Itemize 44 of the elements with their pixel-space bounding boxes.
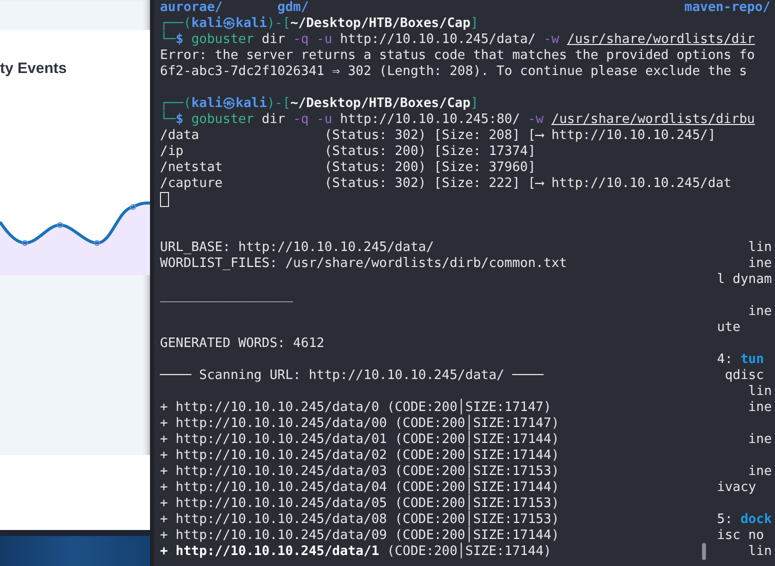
terminal-line: qdisc xyxy=(724,368,764,384)
scrollbar-thumb[interactable] xyxy=(702,543,706,560)
terminal-line: + http://10.10.10.245/data/00 (CODE:200│SIZE:17147) xyxy=(160,416,560,431)
terminal-line: GENERATED WORDS: 4612 xyxy=(160,336,324,352)
terminal-line: isc no xyxy=(717,528,764,544)
terminal-line: lin xyxy=(747,544,772,560)
prompt-line: └─$ gobuster dir -q -u http://10.10.10.245:80/ -w /usr/share/wordlists/dirbu xyxy=(160,112,755,128)
terminal-line: /data (Status: 302) [Size: 208] [⟶ http://10.10.10.245/] xyxy=(160,128,716,144)
terminal-line: 5: dock xyxy=(717,512,772,528)
terminal-line: l dynam xyxy=(717,272,772,288)
text-cursor xyxy=(160,192,169,207)
terminal-line: URL_BASE: http://10.10.10.245/data/ xyxy=(160,240,434,256)
terminal-line: /capture (Status: 302) [Size: 222] [⟶ http://10.10.10.245/dat xyxy=(160,176,732,192)
prompt-line: ┌──(kali㉿kali)-[~/Desktop/HTB/Boxes/Cap] xyxy=(160,96,478,111)
terminal-line: lin xyxy=(747,240,772,256)
terminal-line: lin xyxy=(747,384,772,400)
terminal-line: + http://10.10.10.245/data/04 (CODE:200│SIZE:17144) xyxy=(160,480,560,495)
terminal-line: _________________ xyxy=(160,288,294,304)
prompt-line: └─$ gobuster dir -q -u http://10.10.10.245/data/ -w /usr/share/wordlists/dir xyxy=(160,32,755,48)
terminal-line: 6f2-abc3-7dc2f1026341 ⇒ 302 (Length: 208). To continue please exclude the s xyxy=(160,64,747,80)
terminal-line: 4: tun xyxy=(717,352,764,368)
terminal-line: + http://10.10.10.245/data/05 (CODE:200│SIZE:17153) xyxy=(160,496,560,511)
terminal-line: aurorae/ gdm/ maven-repo/ xyxy=(160,0,770,16)
terminal-line: ine xyxy=(747,432,772,448)
prompt-line: ┌──(kali㉿kali)-[~/Desktop/HTB/Boxes/Cap] xyxy=(160,16,478,31)
terminal-line: /ip (Status: 200) [Size: 17374] xyxy=(160,144,536,160)
terminal-line: ine xyxy=(747,464,772,480)
terminal-line: + http://10.10.10.245/data/0 (CODE:200│SIZE:17147) xyxy=(160,400,552,415)
terminal-line: ine xyxy=(747,304,772,320)
card-title: ty Events xyxy=(0,60,67,77)
terminal-line: ine xyxy=(747,256,772,272)
terminal-line: + http://10.10.10.245/data/1 (CODE:200│SIZE:17144) xyxy=(160,544,552,560)
terminal-line: ute xyxy=(717,320,740,336)
terminal-line: ine xyxy=(747,400,772,416)
terminal-line: WORDLIST_FILES: /usr/share/wordlists/dirb/common.txt xyxy=(160,256,567,272)
terminal-line: ivacy xyxy=(717,480,756,496)
terminal-line: /netstat (Status: 200) [Size: 37960] xyxy=(160,160,536,176)
terminal-line: + http://10.10.10.245/data/02 (CODE:200│SIZE:17144) xyxy=(160,448,560,463)
terminal-line: + http://10.10.10.245/data/09 (CODE:200│SIZE:17144) xyxy=(160,528,560,543)
terminal-line: + http://10.10.10.245/data/08 (CODE:200│SIZE:17153) xyxy=(160,512,560,527)
terminal-line: Error: the server returns a status code that matches the provided options fo xyxy=(160,48,755,64)
terminal-line: ──── Scanning URL: http://10.10.10.245/data/ ──── xyxy=(160,368,544,384)
terminal-line: + http://10.10.10.245/data/03 (CODE:200│SIZE:17153) xyxy=(160,464,560,479)
terminal-line: + http://10.10.10.245/data/01 (CODE:200│SIZE:17144) xyxy=(160,432,560,447)
